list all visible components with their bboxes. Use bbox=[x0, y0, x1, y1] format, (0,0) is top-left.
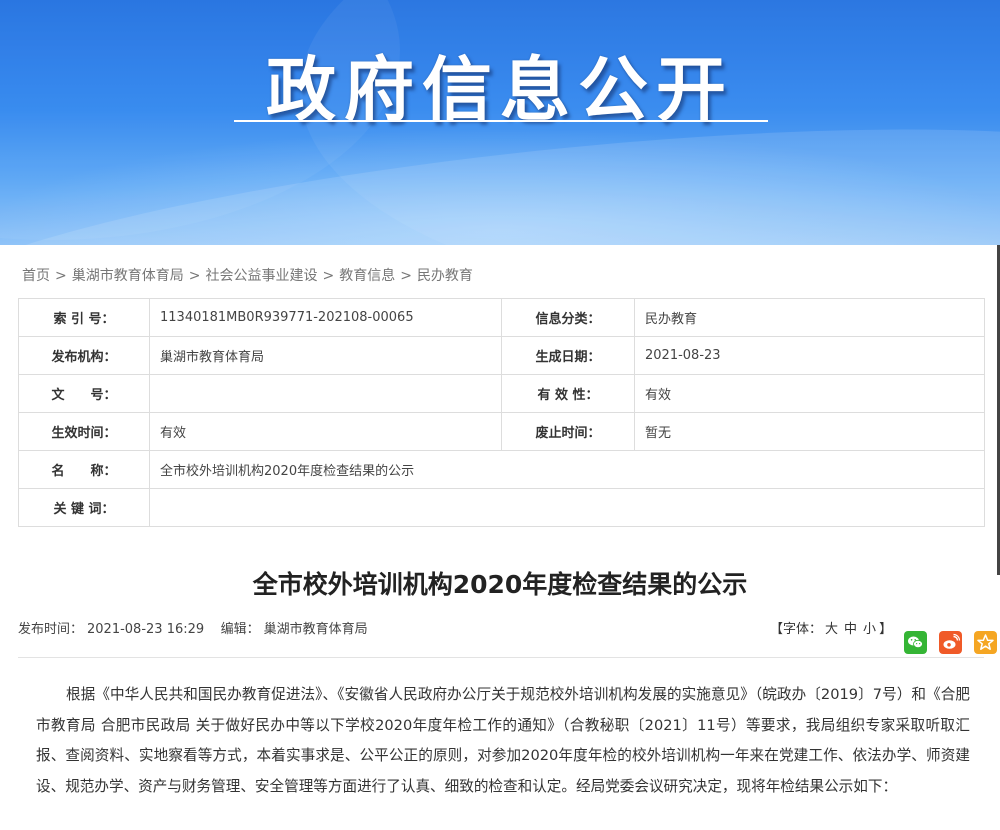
breadcrumb-separator: > bbox=[322, 268, 335, 284]
effective-time-value: 有效 bbox=[149, 412, 502, 451]
table-row: 名 称： 全市校外培训机构2020年度检查结果的公示 bbox=[18, 450, 985, 489]
name-label: 名 称： bbox=[18, 450, 150, 489]
table-row: 生效时间： 有效 废止时间： 暂无 bbox=[18, 412, 985, 451]
repeal-time-value: 暂无 bbox=[634, 412, 985, 451]
weibo-share-button[interactable] bbox=[939, 631, 962, 654]
category-value: 民办教育 bbox=[634, 298, 985, 337]
star-icon bbox=[977, 634, 994, 650]
publish-time-label: 发布时间： bbox=[18, 622, 84, 637]
favorite-button[interactable] bbox=[974, 631, 997, 654]
font-medium-button[interactable]: 中 bbox=[844, 622, 857, 637]
category-label: 信息分类： bbox=[501, 298, 635, 337]
article-title: 全市校外培训机构2020年度检查结果的公示 bbox=[252, 570, 748, 599]
doc-number-value bbox=[149, 374, 502, 413]
repeal-time-label: 废止时间： bbox=[501, 412, 635, 451]
breadcrumb-separator: > bbox=[400, 268, 412, 284]
wechat-icon bbox=[908, 636, 923, 649]
weibo-icon bbox=[943, 633, 961, 649]
keywords-value bbox=[149, 488, 985, 527]
editor-label: 编辑： bbox=[220, 622, 260, 637]
name-value: 全市校外培训机构2020年度检查结果的公示 bbox=[149, 450, 985, 489]
breadcrumb-separator: > bbox=[188, 268, 201, 284]
breadcrumb-bureau[interactable]: 巢湖市教育体育局 bbox=[72, 268, 184, 284]
font-size-label: 【字体： bbox=[770, 622, 823, 637]
table-row: 关 键 词： bbox=[18, 488, 985, 527]
keywords-label: 关 键 词： bbox=[18, 488, 150, 527]
banner-underline bbox=[234, 120, 768, 122]
font-size-close: 】 bbox=[879, 622, 893, 637]
font-large-button[interactable]: 大 bbox=[825, 622, 838, 637]
breadcrumb: 首页 > 巢湖市教育体育局 > 社会公益事业建设 > 教育信息 > 民办教育 bbox=[22, 265, 473, 285]
index-value: 11340181MB0R939771-202108-00065 bbox=[149, 298, 502, 337]
table-row: 索 引 号： 11340181MB0R939771-202108-00065 信… bbox=[18, 298, 985, 337]
editor: 巢湖市教育体育局 bbox=[263, 622, 368, 637]
info-table: 索 引 号： 11340181MB0R939771-202108-00065 信… bbox=[18, 298, 985, 527]
breadcrumb-private-education[interactable]: 民办教育 bbox=[417, 268, 473, 284]
breadcrumb-separator: > bbox=[55, 268, 67, 284]
divider bbox=[18, 657, 984, 658]
breadcrumb-home[interactable]: 首页 bbox=[22, 268, 50, 284]
validity-value: 有效 bbox=[634, 374, 985, 413]
breadcrumb-public-welfare[interactable]: 社会公益事业建设 bbox=[205, 268, 317, 284]
created-date-value: 2021-08-23 bbox=[634, 336, 985, 375]
breadcrumb-education-info[interactable]: 教育信息 bbox=[339, 268, 395, 284]
font-small-button[interactable]: 小 bbox=[863, 622, 876, 637]
table-row: 文 号： 有 效 性： 有效 bbox=[18, 374, 985, 413]
table-row: 发布机构： 巢湖市教育体育局 生成日期： 2021-08-23 bbox=[18, 336, 985, 375]
effective-time-label: 生效时间： bbox=[18, 412, 150, 451]
publisher-label: 发布机构： bbox=[18, 336, 150, 375]
publish-time: 2021-08-23 16:29 bbox=[87, 622, 205, 637]
font-size-control: 【字体：大中小】 bbox=[770, 618, 892, 637]
banner: 政府信息公开 bbox=[0, 0, 1000, 245]
wechat-share-button[interactable] bbox=[904, 631, 927, 654]
article-meta: 发布时间： 2021-08-23 16:29 编辑： 巢湖市教育体育局 bbox=[18, 618, 372, 637]
index-label: 索 引 号： bbox=[18, 298, 150, 337]
article-body: 根据《中华人民共和国民办教育促进法》、《安徽省人民政府办公厅关于规范校外培训机构… bbox=[36, 686, 970, 795]
validity-label: 有 效 性： bbox=[501, 374, 635, 413]
doc-number-label: 文 号： bbox=[18, 374, 150, 413]
created-date-label: 生成日期： bbox=[501, 336, 635, 375]
publisher-value: 巢湖市教育体育局 bbox=[149, 336, 502, 375]
